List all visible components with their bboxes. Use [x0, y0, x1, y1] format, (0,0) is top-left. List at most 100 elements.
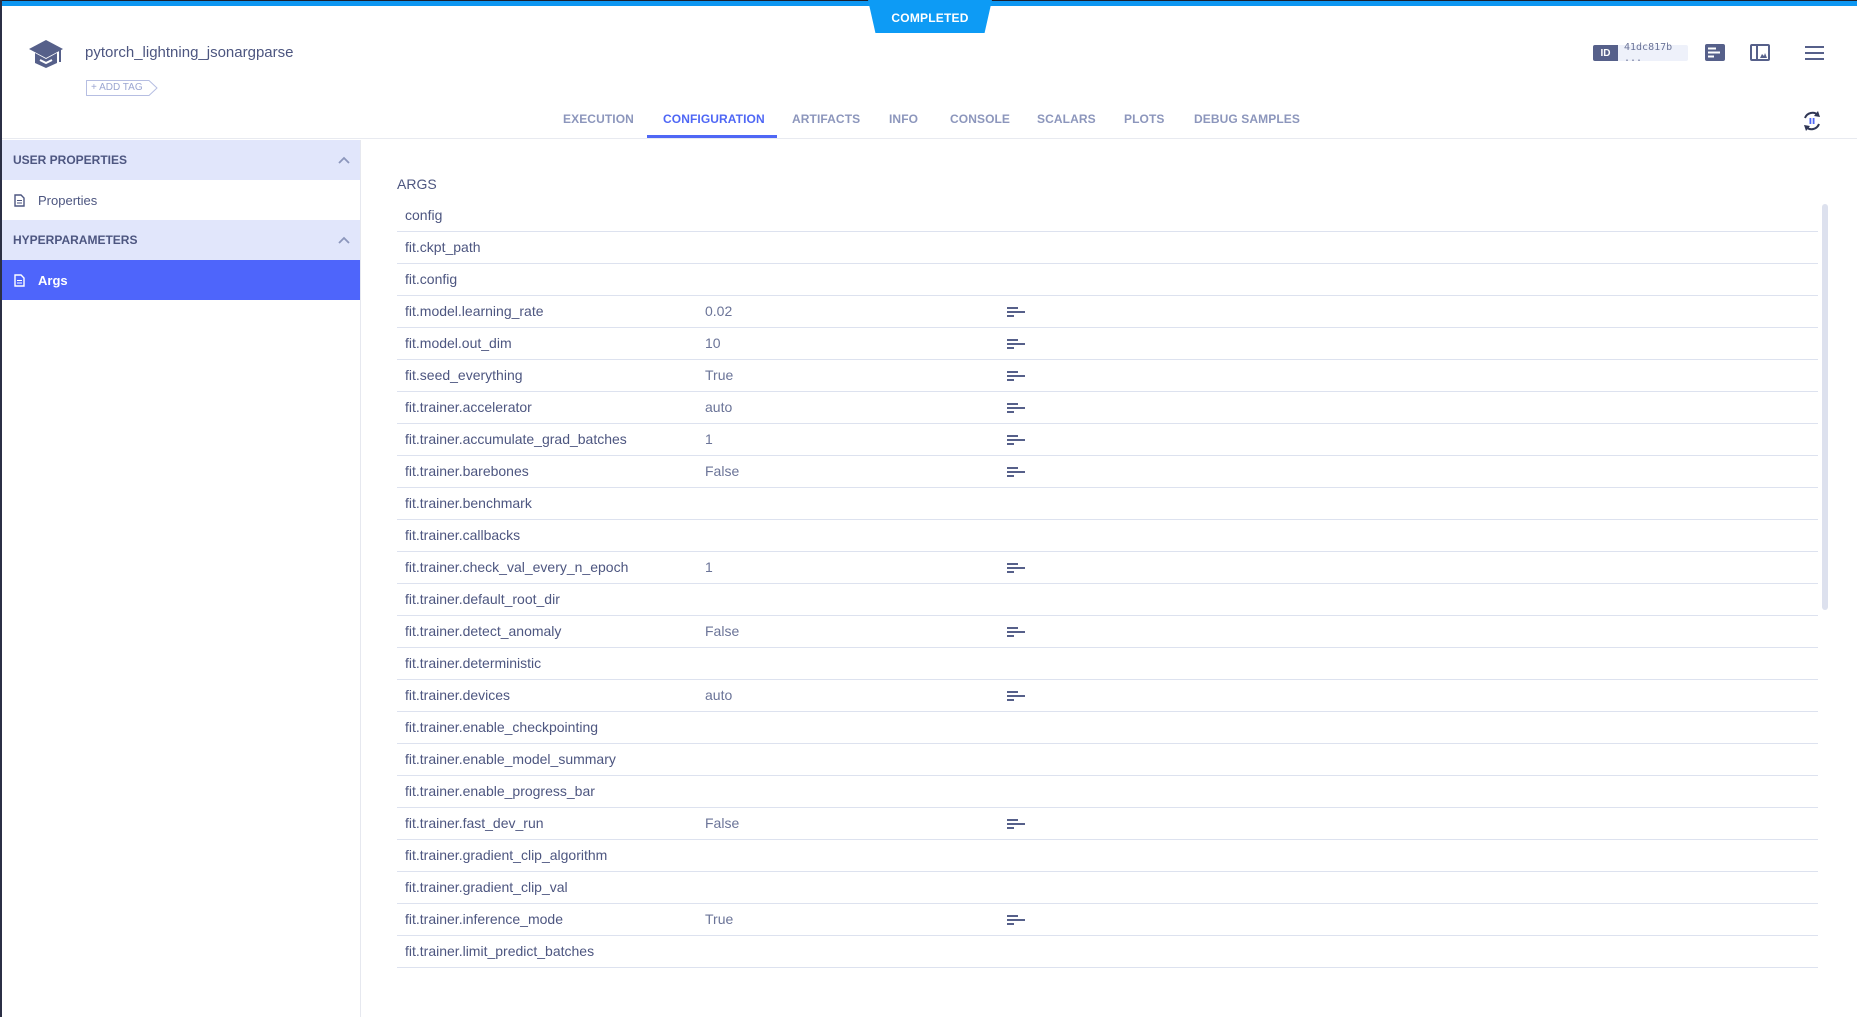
- sidebar-item-label: Args: [38, 272, 68, 288]
- tab-artifacts[interactable]: ARTIFACTS: [792, 112, 860, 126]
- arg-name: fit.trainer.inference_mode: [405, 911, 563, 927]
- table-row: fit.trainer.gradient_clip_algorithm: [397, 840, 1818, 872]
- table-row: fit.trainer.enable_model_summary: [397, 744, 1818, 776]
- tab-scalars[interactable]: SCALARS: [1037, 112, 1096, 126]
- auto-refresh-pause-icon[interactable]: [1801, 110, 1823, 132]
- status-badge: COMPLETED: [868, 0, 992, 33]
- sidebar-section-hyperparameters[interactable]: HYPERPARAMETERS: [0, 220, 360, 260]
- description-icon[interactable]: [1007, 305, 1029, 319]
- section-title: USER PROPERTIES: [13, 153, 128, 167]
- arg-name: fit.config: [405, 271, 458, 287]
- sidebar-item-properties[interactable]: Properties: [0, 180, 360, 220]
- menu-icon[interactable]: [1805, 46, 1824, 60]
- table-row: fit.trainer.enable_checkpointing: [397, 712, 1818, 744]
- table-row: fit.seed_everything True: [397, 360, 1818, 392]
- tab-info[interactable]: INFO: [889, 112, 918, 126]
- tab-execution[interactable]: EXECUTION: [563, 112, 634, 126]
- configuration-panel: ARGS config fit.ckpt_path fit.config fit.mo…: [362, 140, 1857, 1017]
- table-row: fit.config: [397, 264, 1818, 296]
- arg-name: fit.trainer.enable_checkpointing: [405, 719, 599, 735]
- arg-name: fit.trainer.fast_dev_run: [405, 815, 544, 831]
- arg-name: fit.trainer.detect_anomaly: [405, 623, 562, 639]
- table-row: fit.trainer.inference_mode True: [397, 904, 1818, 936]
- arg-name: fit.trainer.enable_model_summary: [405, 751, 616, 767]
- arg-name: fit.seed_everything: [405, 367, 523, 383]
- table-row: fit.trainer.deterministic: [397, 648, 1818, 680]
- args-table: config fit.ckpt_path fit.config fit.model.l…: [397, 200, 1818, 968]
- arg-name: fit.trainer.default_root_dir: [405, 591, 560, 607]
- sidebar: USER PROPERTIES Properties HYPERPARAMETE…: [0, 140, 361, 1017]
- arg-name: fit.trainer.benchmark: [405, 495, 532, 511]
- chevron-up-icon[interactable]: [338, 156, 350, 164]
- description-icon[interactable]: [1007, 689, 1029, 703]
- add-tag-label: + ADD TAG: [91, 82, 143, 93]
- arg-value: False: [705, 463, 740, 479]
- task-id-value: 41dc817b ...: [1618, 42, 1688, 64]
- description-icon[interactable]: [1007, 561, 1029, 575]
- arg-value: False: [705, 815, 740, 831]
- table-row: fit.trainer.accumulate_grad_batches 1: [397, 424, 1818, 456]
- description-icon[interactable]: [1007, 369, 1029, 383]
- arg-value: auto: [705, 399, 733, 415]
- description-icon[interactable]: [1007, 465, 1029, 479]
- tab-debug-samples[interactable]: DEBUG SAMPLES: [1194, 112, 1300, 126]
- table-row: fit.model.out_dim 10: [397, 328, 1818, 360]
- table-row: fit.trainer.check_val_every_n_epoch 1: [397, 552, 1818, 584]
- arg-value: 1: [705, 431, 713, 447]
- sidebar-item-args[interactable]: Args: [0, 260, 360, 300]
- graduation-cap-icon: [29, 40, 63, 68]
- active-tab-indicator: [647, 135, 777, 138]
- table-row: fit.trainer.enable_progress_bar: [397, 776, 1818, 808]
- arg-name: fit.trainer.accumulate_grad_batches: [405, 431, 627, 447]
- table-row: fit.trainer.devices auto: [397, 680, 1818, 712]
- description-icon[interactable]: [1007, 401, 1029, 415]
- table-row: fit.trainer.barebones False: [397, 456, 1818, 488]
- id-tag: ID: [1593, 45, 1618, 61]
- arg-name: config: [405, 207, 443, 223]
- tab-plots[interactable]: PLOTS: [1124, 112, 1165, 126]
- arg-value: 10: [705, 335, 721, 351]
- add-tag-button[interactable]: + ADD TAG: [85, 79, 159, 96]
- document-icon: [14, 273, 25, 287]
- sidebar-item-label: Properties: [38, 192, 98, 208]
- arg-value: True: [705, 367, 734, 383]
- layout-icon[interactable]: [1750, 44, 1770, 61]
- window-left-edge: [0, 0, 2, 1017]
- arg-name: fit.trainer.accelerator: [405, 399, 532, 415]
- description-icon[interactable]: [1007, 337, 1029, 351]
- arg-value: True: [705, 911, 734, 927]
- details-icon[interactable]: [1705, 44, 1725, 61]
- arg-name: fit.trainer.enable_progress_bar: [405, 783, 595, 799]
- table-row: fit.trainer.callbacks: [397, 520, 1818, 552]
- tab-bar: EXECUTION CONFIGURATION ARTIFACTS INFO C…: [0, 108, 1857, 139]
- arg-name: fit.trainer.callbacks: [405, 527, 521, 543]
- arg-name: fit.trainer.barebones: [405, 463, 529, 479]
- arg-name: fit.ckpt_path: [405, 239, 481, 255]
- chevron-up-icon[interactable]: [338, 236, 350, 244]
- table-row: fit.trainer.limit_predict_batches: [397, 936, 1818, 968]
- arg-value: 1: [705, 559, 713, 575]
- vertical-scrollbar[interactable]: [1822, 204, 1828, 610]
- description-icon[interactable]: [1007, 433, 1029, 447]
- arg-name: fit.trainer.limit_predict_batches: [405, 943, 595, 959]
- sidebar-section-user-properties[interactable]: USER PROPERTIES: [0, 140, 360, 180]
- arg-name: fit.model.out_dim: [405, 335, 512, 351]
- table-row: fit.trainer.benchmark: [397, 488, 1818, 520]
- description-icon[interactable]: [1007, 625, 1029, 639]
- arg-value: auto: [705, 687, 733, 703]
- tab-console[interactable]: CONSOLE: [950, 112, 1010, 126]
- table-row: fit.trainer.gradient_clip_val: [397, 872, 1818, 904]
- description-icon[interactable]: [1007, 913, 1029, 927]
- description-icon[interactable]: [1007, 817, 1029, 831]
- table-row: fit.trainer.fast_dev_run False: [397, 808, 1818, 840]
- table-row: fit.trainer.default_root_dir: [397, 584, 1818, 616]
- tab-configuration[interactable]: CONFIGURATION: [663, 112, 765, 126]
- task-id-badge[interactable]: ID 41dc817b ...: [1593, 42, 1688, 64]
- arg-name: fit.trainer.gradient_clip_val: [405, 879, 568, 895]
- arg-name: fit.trainer.deterministic: [405, 655, 542, 671]
- arg-value: 0.02: [705, 303, 733, 319]
- table-row: config: [397, 200, 1818, 232]
- arg-name: fit.trainer.devices: [405, 687, 511, 703]
- section-title: HYPERPARAMETERS: [13, 233, 138, 247]
- task-title: pytorch_lightning_jsonargparse: [85, 44, 294, 61]
